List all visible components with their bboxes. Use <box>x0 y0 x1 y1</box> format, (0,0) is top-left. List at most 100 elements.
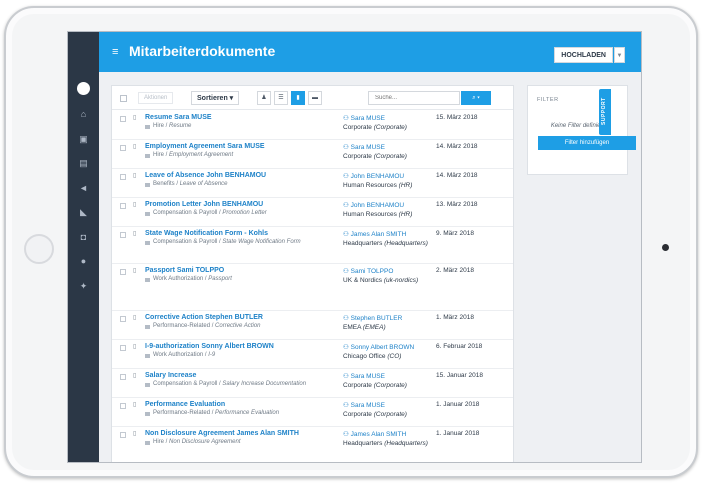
table-row[interactable]: ▯ Promotion Letter John BENHAMOU Compensat… <box>112 198 513 227</box>
row-checkbox[interactable] <box>120 432 126 438</box>
row-checkbox[interactable] <box>120 203 126 209</box>
support-tab[interactable]: SUPPORT <box>599 89 611 135</box>
upload-button[interactable]: HOCHLADEN <box>554 47 613 63</box>
document-icon[interactable]: ▮ <box>291 91 305 105</box>
document-owner[interactable]: ⚇ Sami TOLPPO <box>343 267 393 275</box>
home-icon[interactable]: ⌂ <box>78 109 89 120</box>
camera <box>662 244 669 251</box>
app-header: ≡ Mitarbeiterdokumente HOCHLADEN ▼ <box>99 32 641 72</box>
document-name[interactable]: Non Disclosure Agreement James Alan SMIT… <box>145 430 299 437</box>
document-department: Corporate (Corporate) <box>343 382 407 389</box>
document-owner[interactable]: ⚇ Sonny Albert BROWN <box>343 343 414 351</box>
row-checkbox[interactable] <box>120 232 126 238</box>
category-folder-icon <box>145 154 150 158</box>
avatar[interactable] <box>77 82 90 95</box>
actions-button[interactable]: Aktionen <box>138 92 174 104</box>
row-checkbox[interactable] <box>120 116 126 122</box>
category-folder-icon <box>145 383 150 387</box>
category-folder-icon <box>145 325 150 329</box>
document-date: 1. März 2018 <box>436 314 474 321</box>
document-name[interactable]: Corrective Action Stephen BUTLER <box>145 314 263 321</box>
document-file-icon: ▯ <box>133 402 137 408</box>
filter-empty-text: Keine Filter definiert <box>550 123 605 129</box>
table-row[interactable]: ▯ Passport Sami TOLPPO Work Authorization … <box>112 264 513 311</box>
category-folder-icon <box>145 212 150 216</box>
send-icon[interactable]: ◄ <box>78 183 89 194</box>
list-icon[interactable]: ☰ <box>274 91 288 105</box>
document-owner[interactable]: ⚇ James Alan SMITH <box>343 230 406 238</box>
select-all-checkbox[interactable] <box>120 95 127 102</box>
row-checkbox[interactable] <box>120 374 126 380</box>
page-title: Mitarbeiterdokumente <box>129 43 276 59</box>
documents-panel: Aktionen Sortieren ▾ ♟ ☰ ▮ ▬ ⌕ ▾ ▯ Resume… <box>111 85 514 462</box>
document-name[interactable]: Promotion Letter John BENHAMOU <box>145 201 263 208</box>
document-date: 1. Januar 2018 <box>436 430 480 437</box>
document-date: 14. März 2018 <box>436 172 478 179</box>
document-owner[interactable]: ⚇ James Alan SMITH <box>343 430 406 438</box>
table-row[interactable]: ▯ Salary Increase Compensation & Payroll /… <box>112 369 513 398</box>
row-checkbox[interactable] <box>120 345 126 351</box>
document-name[interactable]: I-9-authorization Sonny Albert BROWN <box>145 343 274 350</box>
document-category: Work Authorization / I-9 <box>153 352 216 358</box>
chart-icon[interactable]: ◣ <box>78 207 89 218</box>
document-owner[interactable]: ⚇ John BENHAMOU <box>343 201 404 209</box>
documents-toolbar: Aktionen Sortieren ▾ ♟ ☰ ▮ ▬ ⌕ ▾ <box>112 86 513 110</box>
document-date: 1. Januar 2018 <box>436 401 480 408</box>
menu-icon[interactable]: ≡ <box>112 46 118 58</box>
document-department: Headquarters (Headquarters) <box>343 240 428 247</box>
document-date: 14. März 2018 <box>436 143 478 150</box>
document-category: Work Authorization / Passport <box>153 276 232 282</box>
table-row[interactable]: ▯ Non Disclosure Agreement James Alan SMI… <box>112 427 513 462</box>
row-checkbox[interactable] <box>120 403 126 409</box>
category-folder-icon <box>145 125 150 129</box>
document-name[interactable]: Leave of Absence John BENHAMOU <box>145 172 266 179</box>
calendar-icon[interactable]: ▣ <box>78 134 89 145</box>
document-owner[interactable]: ⚇ John BENHAMOU <box>343 172 404 180</box>
document-owner[interactable]: ⚇ Sara MUSE <box>343 143 385 151</box>
document-name[interactable]: Employment Agreement Sara MUSE <box>145 143 265 150</box>
document-owner[interactable]: ⚇ Sara MUSE <box>343 114 385 122</box>
document-name[interactable]: Salary Increase <box>145 372 196 379</box>
folder-icon[interactable]: ▬ <box>308 91 322 105</box>
table-row[interactable]: ▯ Resume Sara MUSE Hire / Resume ⚇ Sara MUS… <box>112 111 513 140</box>
document-owner[interactable]: ⚇ Sara MUSE <box>343 401 385 409</box>
document-file-icon: ▯ <box>133 315 137 321</box>
table-row[interactable]: ▯ Employment Agreement Sara MUSE Hire / Em… <box>112 140 513 169</box>
globe-icon[interactable]: ● <box>78 256 89 267</box>
row-checkbox[interactable] <box>120 174 126 180</box>
nav-rail: ⌂ ▣ ▤ ◄ ◣ ◘ ● ✦ <box>68 32 99 462</box>
document-date: 15. Januar 2018 <box>436 372 483 379</box>
document-file-icon: ▯ <box>133 344 137 350</box>
row-checkbox[interactable] <box>120 269 126 275</box>
document-date: 2. März 2018 <box>436 267 474 274</box>
add-filter-button[interactable]: Filter hinzufügen <box>538 136 636 150</box>
settings-icon[interactable]: ✦ <box>78 281 89 292</box>
document-file-icon: ▯ <box>133 268 137 274</box>
main-content: Aktionen Sortieren ▾ ♟ ☰ ▮ ▬ ⌕ ▾ ▯ Resume… <box>99 72 641 462</box>
document-file-icon: ▯ <box>133 202 137 208</box>
document-name[interactable]: Passport Sami TOLPPO <box>145 267 224 274</box>
row-checkbox[interactable] <box>120 316 126 322</box>
search-button[interactable]: ⌕ ▾ <box>461 91 491 105</box>
table-row[interactable]: ▯ Performance Evaluation Performance-Relat… <box>112 398 513 427</box>
document-name[interactable]: Performance Evaluation <box>145 401 225 408</box>
table-row[interactable]: ▯ Leave of Absence John BENHAMOU Benefits … <box>112 169 513 198</box>
upload-dropdown-icon[interactable]: ▼ <box>614 47 625 63</box>
table-row[interactable]: ▯ Corrective Action Stephen BUTLER Perform… <box>112 311 513 340</box>
document-owner[interactable]: ⚇ Sara MUSE <box>343 372 385 380</box>
document-category: Performance-Related / Performance Evalua… <box>153 410 280 416</box>
home-button[interactable] <box>24 234 54 264</box>
document-name[interactable]: State Wage Notification Form - Kohls <box>145 230 268 237</box>
sort-button[interactable]: Sortieren ▾ <box>191 91 240 105</box>
search-input[interactable] <box>368 91 460 105</box>
camera-icon[interactable]: ◘ <box>78 232 89 243</box>
row-checkbox[interactable] <box>120 145 126 151</box>
documents-icon[interactable]: ▤ <box>78 158 89 169</box>
document-name[interactable]: Resume Sara MUSE <box>145 114 212 121</box>
document-date: 9. März 2018 <box>436 230 474 237</box>
table-row[interactable]: ▯ State Wage Notification Form - Kohls Com… <box>112 227 513 264</box>
document-owner[interactable]: ⚇ Stephen BUTLER <box>343 314 402 322</box>
document-department: Corporate (Corporate) <box>343 124 407 131</box>
table-row[interactable]: ▯ I-9-authorization Sonny Albert BROWN Wor… <box>112 340 513 369</box>
person-icon[interactable]: ♟ <box>257 91 271 105</box>
